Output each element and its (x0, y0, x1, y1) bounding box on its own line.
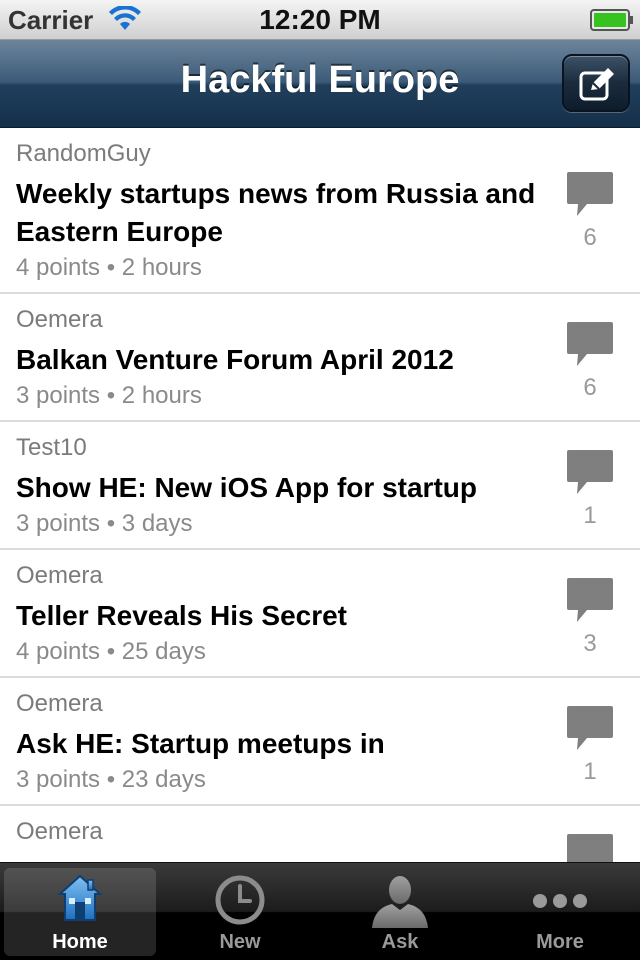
comments-button[interactable]: 6 (562, 170, 618, 252)
tab-label: New (219, 931, 261, 953)
comment-count: 6 (583, 224, 597, 251)
comment-bubble-icon (567, 834, 613, 862)
page-title: Hackful Europe (180, 59, 460, 101)
tab-label: Ask (381, 931, 419, 953)
comment-bubble-icon (567, 450, 613, 494)
story-row[interactable]: Oemera Teller Reveals His Secret 4 point… (0, 550, 640, 678)
comment-count: 3 (583, 630, 597, 657)
story-author: Oemera (16, 562, 103, 589)
story-title[interactable]: Show HE: New iOS App for startup (16, 469, 536, 507)
story-list[interactable]: RandomGuy Weekly startups news from Russ… (0, 128, 640, 862)
story-row[interactable]: Test10 Show HE: New iOS App for startup … (0, 422, 640, 550)
story-row[interactable]: RandomGuy Weekly startups news from Russ… (0, 128, 640, 294)
tab-label: More (536, 931, 584, 953)
compose-icon (579, 68, 614, 101)
tab-bar: Home New Ask More (0, 862, 640, 960)
comment-bubble-icon (567, 322, 613, 366)
tab-more[interactable]: More (484, 868, 636, 956)
story-meta: 4 points • 25 days (16, 638, 206, 665)
story-row[interactable]: Oemera Balkan Venture Forum April 2012 3… (0, 294, 640, 422)
story-author: RandomGuy (16, 140, 151, 167)
compose-button[interactable] (562, 54, 630, 112)
story-meta: 4 points • 2 hours (16, 254, 202, 281)
story-author: Test10 (16, 434, 87, 461)
comments-button[interactable]: 1 (562, 448, 618, 530)
comment-bubble-icon (567, 578, 613, 622)
comment-count: 1 (583, 758, 597, 785)
tab-label: Home (52, 931, 108, 953)
person-icon (372, 876, 428, 928)
clock-icon (215, 875, 265, 925)
story-title[interactable]: Teller Reveals His Secret (16, 597, 536, 635)
story-title[interactable]: Balkan Venture Forum April 2012 (16, 341, 536, 379)
story-row[interactable]: Oemera (0, 806, 640, 862)
story-meta: 3 points • 2 hours (16, 382, 202, 409)
story-author: Oemera (16, 306, 103, 333)
comments-button[interactable] (562, 832, 618, 862)
tab-home[interactable]: Home (4, 868, 156, 956)
more-dots-icon (533, 894, 587, 908)
comment-bubble-icon (567, 172, 613, 216)
comments-button[interactable]: 6 (562, 320, 618, 402)
story-author: Oemera (16, 818, 103, 845)
story-title[interactable]: Ask HE: Startup meetups in (16, 725, 536, 763)
comment-bubble-icon (567, 706, 613, 750)
story-meta: 3 points • 3 days (16, 510, 193, 537)
story-row[interactable]: Oemera Ask HE: Startup meetups in 3 poin… (0, 678, 640, 806)
story-title[interactable]: Weekly startups news from Russia and Eas… (16, 175, 536, 251)
tab-new[interactable]: New (164, 868, 316, 956)
comment-count: 6 (583, 374, 597, 401)
story-meta: 3 points • 23 days (16, 766, 206, 793)
comments-button[interactable]: 1 (562, 704, 618, 786)
navigation-bar: Hackful Europe (0, 40, 640, 128)
battery-icon (590, 9, 633, 31)
tab-ask[interactable]: Ask (324, 868, 476, 956)
story-author: Oemera (16, 690, 103, 717)
status-time: 12:20 PM (259, 4, 381, 35)
comment-count: 1 (583, 502, 597, 529)
comments-button[interactable]: 3 (562, 576, 618, 658)
home-icon (58, 874, 102, 921)
status-bar: Carrier 12:20 PM (0, 0, 640, 40)
